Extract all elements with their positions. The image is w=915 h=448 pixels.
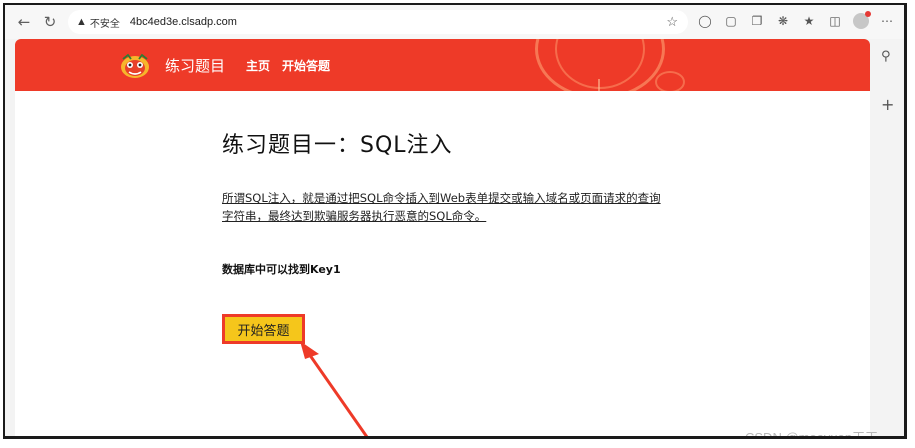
reading-icon[interactable]: ▢ bbox=[721, 11, 741, 31]
search-icon[interactable]: ⚲ bbox=[881, 49, 891, 64]
nav-home[interactable]: 主页 bbox=[246, 57, 270, 74]
edge-sidebar: ⚲ + bbox=[871, 39, 904, 436]
tabs-icon[interactable]: ❐ bbox=[747, 11, 767, 31]
site-brand[interactable]: 练习题目 bbox=[165, 55, 225, 76]
collections-icon[interactable]: ◫ bbox=[825, 11, 845, 31]
security-label: 不安全 bbox=[89, 18, 120, 30]
screenshot-frame: ← ↻ ▲ 不安全 4bc4ed3e.clsadp.com ☆ ◯ ▢ ❐ ❋ … bbox=[3, 3, 907, 439]
page-title: 练习题目一：SQL注入 bbox=[222, 133, 453, 158]
more-icon[interactable]: ⋯ bbox=[877, 11, 897, 31]
plus-icon[interactable]: + bbox=[881, 95, 894, 114]
toolbar-icons: ◯ ▢ ❐ ❋ ★ ◫ ⋯ ◫ bbox=[695, 11, 904, 31]
lantern-small-decoration bbox=[655, 71, 685, 91]
refresh-icon[interactable]: ↻ bbox=[39, 11, 61, 33]
url-text: 4bc4ed3e.clsadp.com bbox=[129, 16, 237, 28]
star-icon[interactable]: ☆ bbox=[666, 14, 678, 30]
favorites-icon[interactable]: ★ bbox=[799, 11, 819, 31]
address-bar[interactable]: ▲ 不安全 4bc4ed3e.clsadp.com ☆ bbox=[68, 10, 688, 34]
back-icon[interactable]: ← bbox=[13, 11, 35, 33]
description-text: 所谓SQL注入，就是通过把SQL命令插入到Web表单提交或输入域名或页面请求的查… bbox=[222, 191, 661, 223]
extension-icon[interactable]: ◯ bbox=[695, 11, 715, 31]
browser-toolbar: ← ↻ ▲ 不安全 4bc4ed3e.clsadp.com ☆ ◯ ▢ ❐ ❋ … bbox=[5, 5, 904, 39]
nav-start-quiz[interactable]: 开始答题 bbox=[282, 57, 330, 74]
warning-icon: ▲ bbox=[76, 16, 87, 28]
puzzle-icon[interactable]: ❋ bbox=[773, 11, 793, 31]
hint-text: 数据库中可以找到Key1 bbox=[222, 263, 341, 276]
annotation-arrow bbox=[300, 341, 369, 436]
page-viewport: 练习题目 主页 开始答题 练习题目一：SQL注入 所谓SQL注入，就是通过把SQ… bbox=[15, 39, 870, 436]
lion-logo-icon bbox=[121, 53, 149, 78]
site-header: 练习题目 主页 开始答题 bbox=[15, 39, 870, 91]
lantern-tassel bbox=[598, 79, 600, 91]
profile-avatar[interactable] bbox=[851, 11, 871, 31]
watermark-text: CSDN @mooyuan天天 bbox=[745, 430, 879, 439]
start-quiz-button[interactable]: 开始答题 bbox=[222, 314, 305, 344]
